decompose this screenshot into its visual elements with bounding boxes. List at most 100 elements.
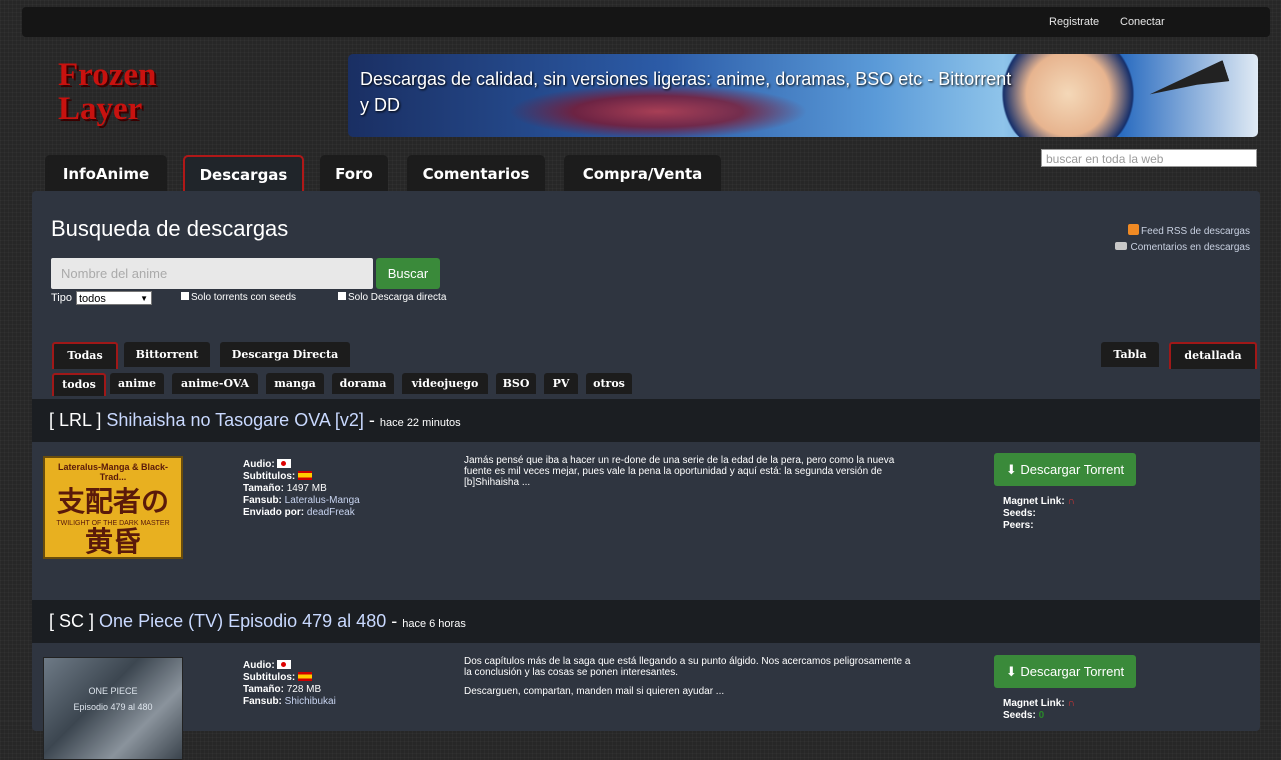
site-search-input[interactable]: buscar en toda la web	[1041, 149, 1257, 167]
thumb-caption-2: Episodio 479 al 480	[73, 702, 153, 712]
tab-cat-videojuego[interactable]: videojuego	[402, 373, 488, 394]
tab-descargas[interactable]: Descargas	[183, 155, 304, 195]
tab-cat-anime[interactable]: anime	[110, 373, 164, 394]
tab-view-detallada[interactable]: detallada	[1169, 342, 1257, 369]
banner-tagline: Descargas de calidad, sin versiones lige…	[360, 69, 1012, 115]
audio-label: Audio:	[243, 660, 275, 671]
peers-label: Peers:	[1003, 520, 1034, 531]
checkbox-box[interactable]	[338, 292, 346, 300]
tab-comentarios[interactable]: Comentarios	[407, 155, 545, 193]
spain-flag-icon	[298, 471, 312, 480]
dd-only-label: Solo Descarga directa	[348, 292, 447, 303]
magnet-icon[interactable]: ∩	[1067, 698, 1074, 709]
magnet-icon[interactable]: ∩	[1067, 496, 1074, 507]
download-torrent-button[interactable]: ⬇ Descargar Torrent	[994, 655, 1136, 688]
fansub-label: Fansub:	[243, 696, 282, 707]
logo-line1: Frozen	[58, 57, 157, 93]
tipo-label: Tipo	[51, 292, 72, 304]
dd-only-checkbox[interactable]: Solo Descarga directa	[338, 292, 446, 303]
subs-label: Subtitulos:	[243, 471, 296, 482]
magnet-label: Magnet Link:	[1003, 496, 1065, 507]
download-torrent-button[interactable]: ⬇ Descargar Torrent	[994, 453, 1136, 486]
header-banner: Descargas de calidad, sin versiones lige…	[348, 54, 1258, 137]
result-description: Jamás pensé que iba a hacer un re-done d…	[464, 455, 895, 488]
fansub-value[interactable]: Lateralus-Manga	[285, 495, 360, 506]
page-title: Busqueda de descargas	[51, 216, 289, 241]
comments-feed-label: Comentarios en descargas	[1130, 242, 1250, 253]
result-thumbnail[interactable]: ONE PIECE Episodio 479 al 480	[43, 657, 183, 760]
tab-infoanime[interactable]: InfoAnime	[45, 155, 167, 193]
anime-name-input[interactable]: Nombre del anime	[51, 258, 373, 289]
result-description-p2: Descarguen, compartan, manden mail si qu…	[464, 686, 725, 697]
size-value: 1497 MB	[286, 483, 327, 494]
result-meta: Audio: Subtitulos: Tamaño: 728 MB Fansub…	[243, 660, 336, 708]
download-label: Descargar Torrent	[1020, 664, 1125, 679]
fansub-label: Fansub:	[243, 495, 282, 506]
feed-links: Feed RSS de descargas Comentarios en des…	[1115, 224, 1250, 256]
top-bar: Registrate Conectar	[22, 7, 1270, 37]
tab-foro[interactable]: Foro	[320, 155, 388, 193]
magnet-label: Magnet Link:	[1003, 698, 1065, 709]
tipo-select[interactable]: todos ▼	[76, 291, 152, 305]
checkbox-box[interactable]	[181, 292, 189, 300]
logo-line2: Layer	[58, 91, 143, 127]
rss-feed-link[interactable]: Feed RSS de descargas	[1115, 224, 1250, 240]
login-link[interactable]: Conectar	[1120, 16, 1165, 28]
tab-cat-manga[interactable]: manga	[266, 373, 324, 394]
seeds-value: 0	[1038, 710, 1045, 721]
japan-flag-icon	[277, 459, 292, 468]
result-age: hace 22 minutos	[379, 417, 461, 429]
tab-type-descarga-directa[interactable]: Descarga Directa	[220, 342, 350, 367]
seeds-label: Seeds:	[1003, 508, 1036, 519]
result-description-p1: Dos capítulos más de la saga que está ll…	[464, 656, 911, 678]
thumb-caption-1: Lateralus-Manga & Black-Trad...	[57, 462, 169, 482]
result-age: hace 6 horas	[402, 618, 466, 630]
result-group[interactable]: LRL	[59, 410, 91, 430]
size-label: Tamaño:	[243, 483, 284, 494]
tipo-select-value: todos	[79, 293, 106, 305]
torrent-info: Magnet Link: ∩ Seeds: 0	[1003, 698, 1075, 722]
tab-cat-bso[interactable]: BSO	[496, 373, 536, 394]
comments-feed-link[interactable]: Comentarios en descargas	[1115, 240, 1250, 256]
audio-label: Audio:	[243, 459, 275, 470]
tab-type-bittorrent[interactable]: Bittorrent	[124, 342, 210, 367]
size-value: 728 MB	[286, 684, 322, 695]
result-header: [ LRL ] Shihaisha no Tasogare OVA [v2] -…	[32, 399, 1260, 442]
chevron-down-icon: ▼	[140, 294, 148, 303]
fansub-value[interactable]: Shichibukai	[285, 696, 336, 707]
comment-bubble-icon	[1115, 242, 1128, 250]
seeds-only-label: Solo torrents con seeds	[191, 292, 297, 303]
tab-cat-otros[interactable]: otros	[586, 373, 632, 394]
download-arrow-icon: ⬇	[1005, 664, 1017, 679]
sender-value[interactable]: deadFreak	[307, 507, 355, 518]
register-link[interactable]: Registrate	[1049, 16, 1099, 28]
tab-cat-dorama[interactable]: dorama	[332, 373, 394, 394]
tab-type-todas[interactable]: Todas	[52, 342, 118, 369]
thumb-caption-3: TWILIGHT OF THE DARK MASTER	[56, 520, 170, 527]
result-thumbnail[interactable]: Lateralus-Manga & Black-Trad... 支配者の黄昏 T…	[43, 456, 183, 559]
tab-compra-venta[interactable]: Compra/Venta	[564, 155, 721, 193]
tab-view-tabla[interactable]: Tabla	[1101, 342, 1159, 367]
sender-label: Enviado por:	[243, 507, 305, 518]
rss-feed-label: Feed RSS de descargas	[1141, 226, 1250, 237]
result-title[interactable]: One Piece (TV) Episodio 479 al 480	[99, 611, 386, 631]
site-logo[interactable]: Frozen Layer	[58, 58, 156, 126]
size-label: Tamaño:	[243, 684, 284, 695]
result-meta: Audio: Subtitulos: Tamaño: 1497 MB Fansu…	[243, 459, 360, 519]
result-title-line: [ LRL ] Shihaisha no Tasogare OVA [v2] -…	[49, 410, 461, 430]
japan-flag-icon	[277, 660, 292, 669]
tab-cat-pv[interactable]: PV	[544, 373, 578, 394]
download-arrow-icon: ⬇	[1005, 462, 1017, 477]
banner-art-plane	[1147, 60, 1230, 106]
search-button[interactable]: Buscar	[376, 258, 440, 289]
result-description: Dos capítulos más de la saga que está ll…	[464, 656, 912, 697]
seeds-only-checkbox[interactable]: Solo torrents con seeds	[181, 292, 296, 303]
result-group[interactable]: SC	[59, 611, 84, 631]
result-title[interactable]: Shihaisha no Tasogare OVA [v2]	[106, 410, 364, 430]
result-title-line: [ SC ] One Piece (TV) Episodio 479 al 48…	[49, 611, 466, 631]
subs-label: Subtitulos:	[243, 672, 296, 683]
tab-cat-anime-ova[interactable]: anime-OVA	[172, 373, 258, 394]
rss-icon	[1128, 224, 1140, 235]
tab-cat-todos[interactable]: todos	[52, 373, 106, 396]
result-header: [ SC ] One Piece (TV) Episodio 479 al 48…	[32, 600, 1260, 643]
